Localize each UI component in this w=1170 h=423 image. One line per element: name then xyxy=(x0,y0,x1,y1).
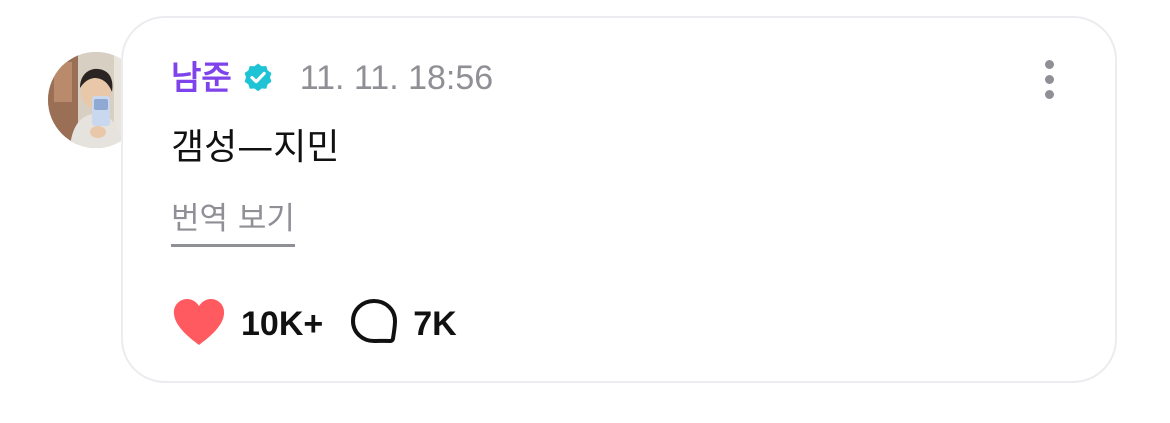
verified-badge-icon xyxy=(242,62,274,94)
translate-link[interactable]: 번역 보기 xyxy=(171,198,295,247)
post-text: 갬성—지민 xyxy=(171,127,340,168)
post-header: 남준 11. 11. 18:56 xyxy=(171,56,493,100)
author-name[interactable]: 남준 xyxy=(171,56,232,100)
heart-icon[interactable] xyxy=(171,297,227,351)
post-card: 남준 11. 11. 18:56 갬성—지민 번역 보기 10K+ 7K xyxy=(121,16,1117,383)
more-vertical-icon[interactable] xyxy=(1039,60,1059,100)
like-count: 10K+ xyxy=(241,305,324,343)
reaction-bar: 10K+ 7K xyxy=(171,298,457,350)
post-timestamp: 11. 11. 18:56 xyxy=(299,59,494,97)
comment-bubble-icon[interactable] xyxy=(349,297,399,351)
comment-count: 7K xyxy=(413,305,457,343)
